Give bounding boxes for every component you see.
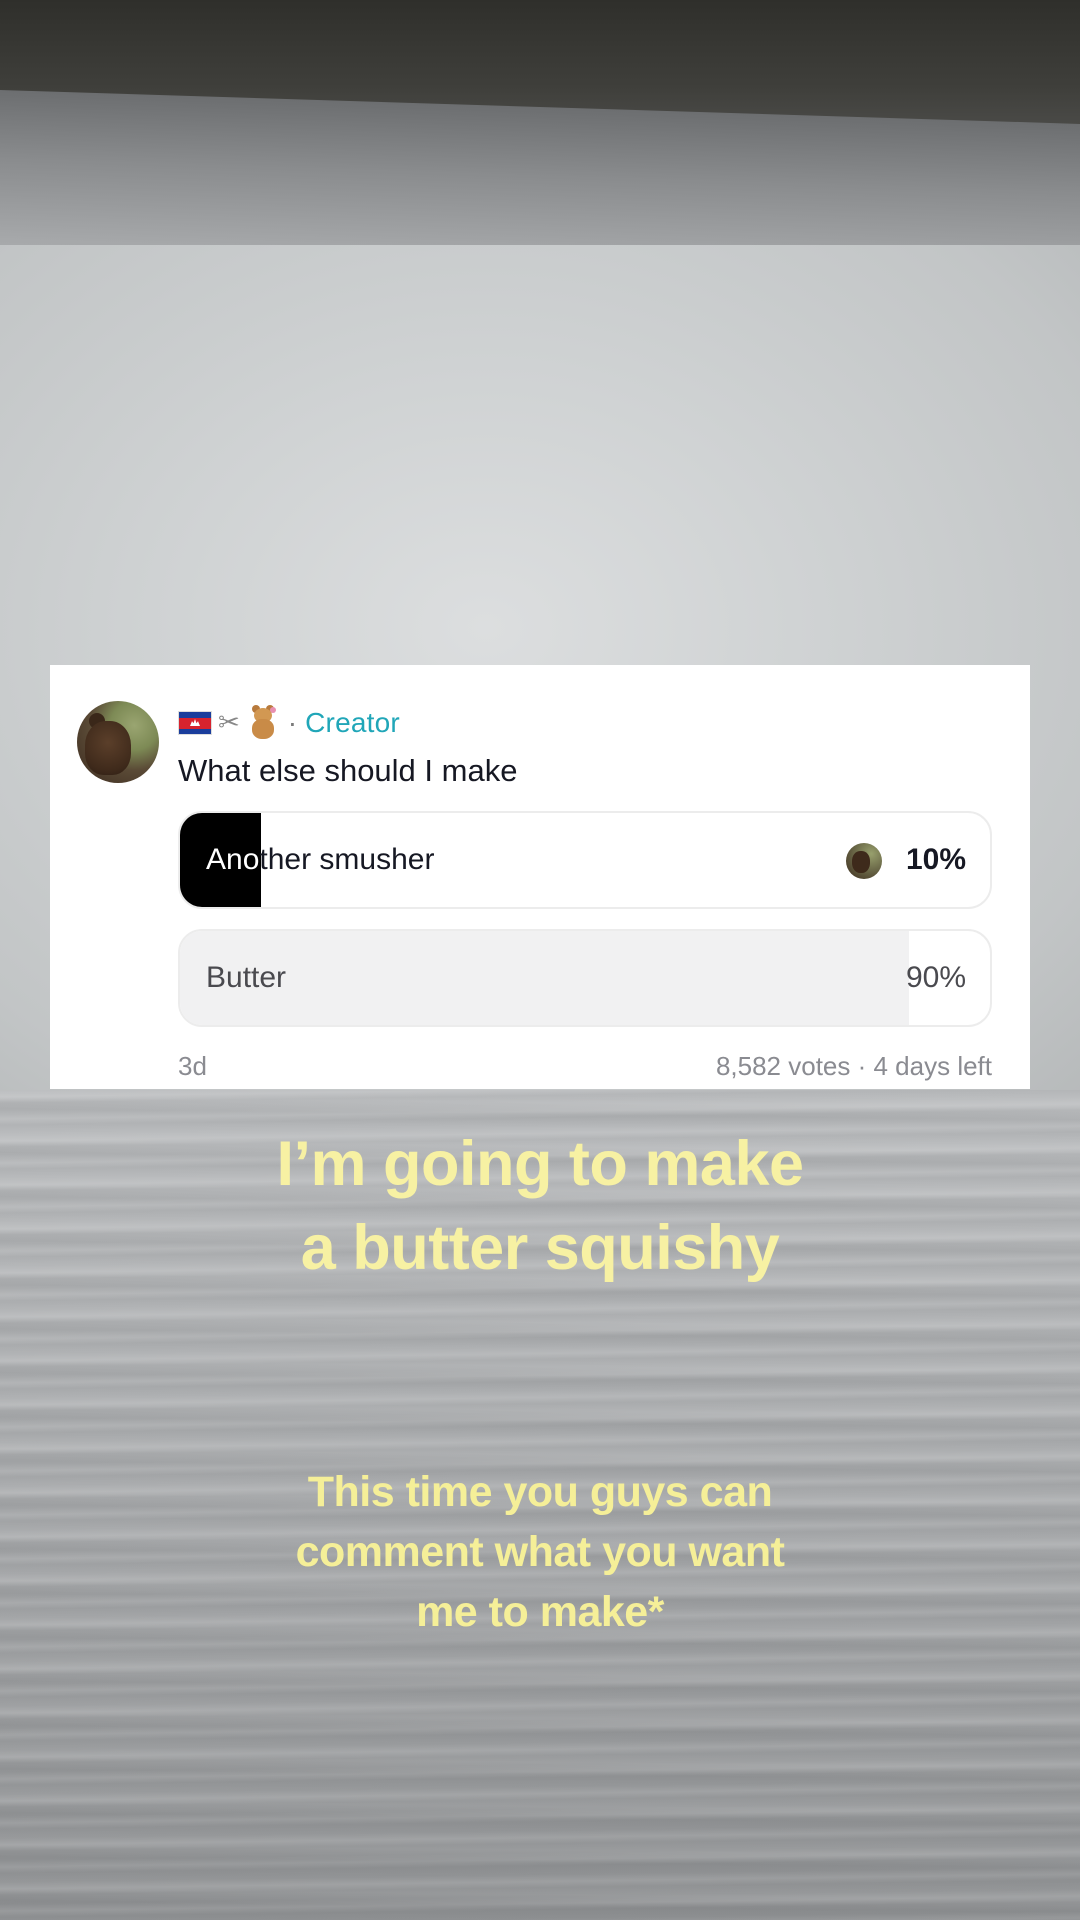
avatar-bear — [85, 721, 131, 775]
caption-subtext-line: This time you guys can — [307, 1468, 773, 1516]
creator-avatar[interactable] — [77, 701, 159, 783]
caption-subtext: This time you guys can comment what you … — [0, 1462, 1080, 1642]
poll-option-butter[interactable]: Butter 90% — [178, 929, 992, 1027]
scissors-icon: ✂ — [218, 708, 240, 738]
creator-meta: ✂ · Creator — [178, 703, 400, 743]
poll-age: 3d — [178, 1051, 207, 1081]
poll-card: ✂ · Creator What else should I make Anot… — [50, 665, 1030, 1089]
poll-option-label: Butter — [206, 961, 287, 994]
poll-option-label: Another smusher — [206, 843, 435, 876]
cambodia-flag-icon — [178, 711, 212, 735]
poll-option-percent: 90% — [905, 961, 966, 994]
poll-option-percent: 10% — [905, 843, 966, 876]
poll-option-fill — [180, 931, 909, 1025]
poll-question: What else should I make — [178, 753, 518, 788]
voter-avatar-icon — [846, 843, 882, 879]
caption-headline-line: a butter squishy — [300, 1213, 780, 1283]
caption-headline-line: I’m going to make — [276, 1129, 804, 1199]
caption-subtext-line: comment what you want — [295, 1528, 785, 1576]
creator-badge: Creator — [305, 707, 400, 738]
poll-option-another-smusher[interactable]: Another smusher 10% — [178, 811, 992, 909]
meta-separator: · — [287, 707, 298, 738]
caption-headline: I’m going to make a butter squishy — [0, 1122, 1080, 1290]
teddy-bear-icon — [246, 705, 280, 741]
poll-stats: 8,582 votes · 4 days left — [715, 1051, 992, 1081]
caption-subtext-line: me to make* — [416, 1588, 664, 1636]
